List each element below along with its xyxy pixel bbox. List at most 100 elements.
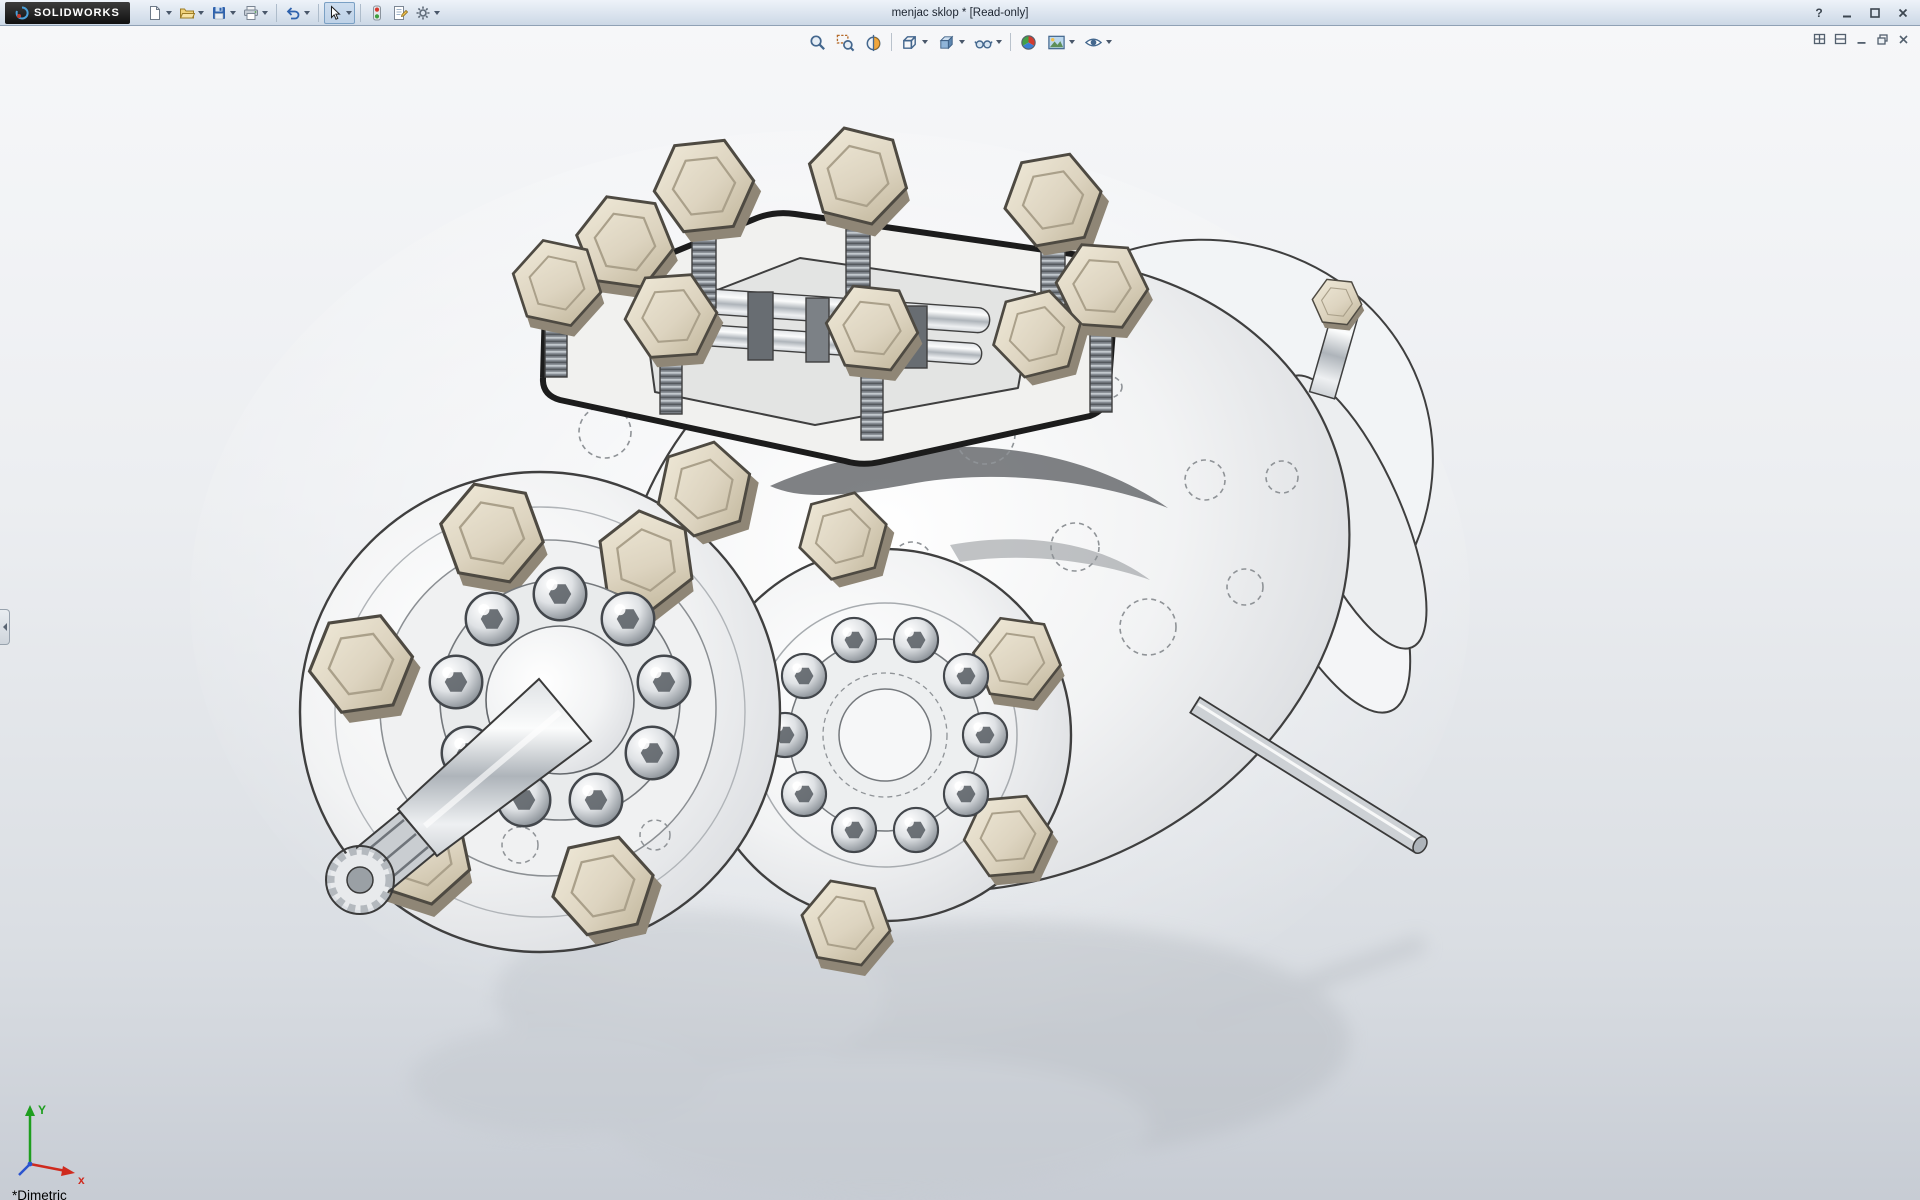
- socket-screw[interactable]: [832, 618, 876, 662]
- socket-screw[interactable]: [602, 593, 655, 646]
- dropdown-caret-icon[interactable]: [166, 11, 172, 15]
- socket-screw[interactable]: [944, 772, 988, 816]
- undo-button[interactable]: [282, 2, 313, 24]
- display-style-button[interactable]: [933, 30, 969, 54]
- save-button[interactable]: [208, 2, 239, 24]
- socket-screw[interactable]: [570, 774, 623, 827]
- dassault-logo-icon: [15, 6, 29, 20]
- x-axis: [30, 1164, 66, 1171]
- socket-screw[interactable]: [963, 713, 1007, 757]
- socket-screw[interactable]: [944, 654, 988, 698]
- socket-screw[interactable]: [466, 593, 519, 646]
- solidworks-logo: SOLIDWORKS: [5, 2, 130, 24]
- apply-scene-icon: [1047, 33, 1066, 52]
- minimize-button[interactable]: [1834, 3, 1860, 23]
- socket-screw[interactable]: [782, 772, 826, 816]
- dropdown-caret-icon[interactable]: [1106, 40, 1112, 44]
- dropdown-caret-icon[interactable]: [262, 11, 268, 15]
- x-axis-label: x: [78, 1173, 85, 1186]
- edit-appearance-button[interactable]: [1015, 30, 1042, 54]
- edit-appearance-icon: [1019, 33, 1038, 52]
- socket-screw[interactable]: [626, 727, 679, 780]
- dropdown-caret-icon[interactable]: [198, 11, 204, 15]
- titlebar: SOLIDWORKS: [0, 0, 1920, 26]
- select-button[interactable]: [324, 2, 355, 24]
- new-document-button[interactable]: [144, 2, 175, 24]
- model-reflection: [410, 910, 1428, 1195]
- close-icon: [1897, 7, 1909, 19]
- print-button[interactable]: [240, 2, 271, 24]
- file-properties-button[interactable]: [389, 2, 411, 24]
- zoom-to-fit-icon: [808, 33, 827, 52]
- graphics-area[interactable]: Y x *Dimetric: [0, 26, 1920, 1200]
- doc-restore-button[interactable]: [1873, 31, 1891, 47]
- viewport-split-button[interactable]: [1831, 31, 1849, 47]
- toolbar-separator: [360, 4, 361, 22]
- options-button[interactable]: [412, 2, 443, 24]
- socket-screw[interactable]: [832, 808, 876, 852]
- window-title: menjac sklop * [Read-only]: [892, 7, 1029, 19]
- y-axis-label: Y: [38, 1103, 46, 1117]
- socket-screw[interactable]: [430, 656, 483, 709]
- maximize-icon: [1869, 7, 1881, 19]
- y-axis-arrow: [25, 1105, 35, 1116]
- orientation-triad[interactable]: Y x: [12, 1098, 104, 1186]
- socket-screw[interactable]: [534, 568, 587, 621]
- dropdown-caret-icon[interactable]: [304, 11, 310, 15]
- dropdown-caret-icon[interactable]: [922, 40, 928, 44]
- options-gear-icon: [415, 5, 431, 21]
- save-icon: [211, 5, 227, 21]
- display-style-icon: [937, 33, 956, 52]
- new-document-icon: [147, 5, 163, 21]
- view-settings-icon: [1084, 33, 1103, 52]
- view-settings-button[interactable]: [1080, 30, 1116, 54]
- dropdown-caret-icon[interactable]: [434, 11, 440, 15]
- main-toolbar: [144, 2, 443, 24]
- maximize-button[interactable]: [1862, 3, 1888, 23]
- dropdown-caret-icon[interactable]: [1069, 40, 1075, 44]
- select-cursor-icon: [327, 5, 343, 21]
- undo-icon: [285, 5, 301, 21]
- x-axis-arrow: [61, 1166, 75, 1176]
- help-icon: ?: [1815, 6, 1822, 20]
- window-controls: ?: [1806, 0, 1916, 26]
- toolbar-separator: [891, 33, 892, 51]
- rebuild-button[interactable]: [366, 2, 388, 24]
- section-view-button[interactable]: [860, 30, 887, 54]
- toolbar-separator: [276, 4, 277, 22]
- document-window-controls: [1810, 31, 1912, 47]
- doc-close-button[interactable]: [1894, 31, 1912, 47]
- zoom-to-fit-button[interactable]: [804, 30, 831, 54]
- dropdown-caret-icon[interactable]: [959, 40, 965, 44]
- toolbar-separator: [1010, 33, 1011, 51]
- rebuild-traffic-light-icon: [369, 5, 385, 21]
- solidworks-window: SOLIDWORKS: [0, 0, 1920, 1200]
- hide-show-items-button[interactable]: [970, 30, 1006, 54]
- dropdown-caret-icon[interactable]: [996, 40, 1002, 44]
- dropdown-caret-icon[interactable]: [346, 11, 352, 15]
- view-orientation-cube-icon: [900, 33, 919, 52]
- help-button[interactable]: ?: [1806, 3, 1832, 23]
- close-button[interactable]: [1890, 3, 1916, 23]
- open-button[interactable]: [176, 2, 207, 24]
- doc-minimize-icon: [1855, 33, 1868, 46]
- view-orientation-button[interactable]: [896, 30, 932, 54]
- open-folder-icon: [179, 5, 195, 21]
- socket-screw[interactable]: [894, 808, 938, 852]
- socket-screw[interactable]: [638, 656, 691, 709]
- apply-scene-button[interactable]: [1043, 30, 1079, 54]
- model-gearbox-assembly[interactable]: [0, 26, 1920, 1200]
- doc-close-icon: [1897, 33, 1910, 46]
- doc-minimize-button[interactable]: [1852, 31, 1870, 47]
- view-orientation-label: *Dimetric: [12, 1188, 67, 1200]
- file-properties-icon: [392, 5, 408, 21]
- zoom-to-area-icon: [836, 33, 855, 52]
- socket-screw[interactable]: [782, 654, 826, 698]
- dropdown-caret-icon[interactable]: [230, 11, 236, 15]
- viewport-layout-button[interactable]: [1810, 31, 1828, 47]
- taskpane-collapse-tab[interactable]: [0, 609, 10, 645]
- viewport-layout-icon: [1813, 33, 1826, 46]
- heads-up-toolbar: [804, 30, 1116, 54]
- zoom-to-area-button[interactable]: [832, 30, 859, 54]
- socket-screw[interactable]: [894, 618, 938, 662]
